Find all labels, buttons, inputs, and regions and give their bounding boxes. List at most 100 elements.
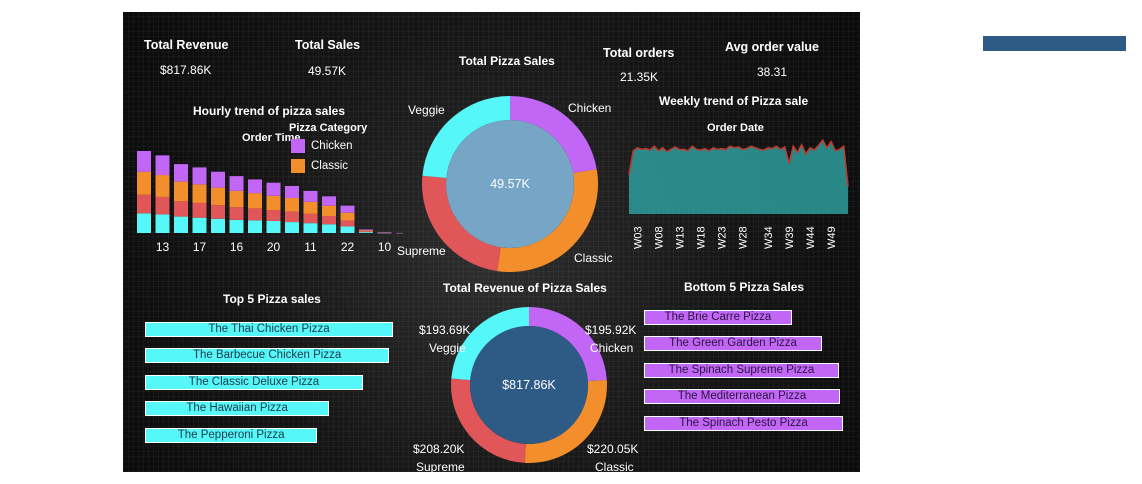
weekly-tick-label: W03 — [632, 226, 644, 249]
hourly-bar-segment[interactable] — [211, 218, 225, 233]
hourly-bar-segment[interactable] — [340, 220, 355, 227]
legend-title: Pizza Category — [289, 122, 368, 134]
hourly-bar-segment[interactable] — [192, 167, 207, 185]
hourly-bar-segment[interactable] — [248, 179, 262, 194]
hourly-bar-segment[interactable] — [303, 201, 318, 214]
hourly-bar-segment[interactable] — [322, 216, 336, 225]
hourly-bar-segment[interactable] — [211, 171, 225, 188]
hourly-bar-segment[interactable] — [266, 195, 281, 211]
kpi-total-revenue-label: Total Revenue — [144, 38, 229, 52]
hourly-bar-segment[interactable] — [155, 214, 170, 233]
weekly-trend-chart: W03 W08 W13 W18 W23 W28 W34 W39 W44 W49 — [628, 138, 849, 249]
hourly-bar-segment[interactable] — [174, 216, 188, 233]
weekly-tick-label: W28 — [738, 226, 750, 249]
weekly-tick-label: W13 — [675, 226, 687, 249]
weekly-tick-label: W18 — [696, 226, 708, 249]
weekly-area[interactable] — [629, 140, 848, 214]
revenue-donut-label-chicken: Chicken — [590, 341, 633, 355]
dashboard: Total Revenue $817.86K Total Sales 49.57… — [123, 12, 860, 472]
hourly-bar-segment[interactable] — [192, 184, 207, 203]
hourly-bar-segment[interactable] — [137, 213, 151, 233]
revenue-donut-label-classic: Classic — [595, 460, 634, 472]
rank-bar-item[interactable]: The Brie Carre Pizza — [644, 310, 792, 325]
hourly-bar-segment[interactable] — [211, 205, 225, 219]
donut-center-label: 49.57K — [490, 177, 530, 191]
rank-bar-item[interactable]: The Barbecue Chicken Pizza — [145, 348, 390, 364]
bottom5-title: Bottom 5 Pizza Sales — [684, 280, 805, 294]
hourly-tick-label: 17 — [193, 240, 207, 254]
donut-center-label: $817.86K — [502, 378, 556, 392]
rank-bar-item[interactable]: The Spinach Supreme Pizza — [644, 362, 839, 378]
hourly-bar-segment[interactable] — [359, 230, 373, 232]
hourly-bar-segment[interactable] — [359, 231, 373, 233]
hourly-bar-segment[interactable] — [137, 194, 151, 214]
revenue-donut-title: Total Revenue of Pizza Sales — [443, 281, 607, 295]
hourly-tick-label: 16 — [230, 240, 244, 254]
hourly-bar-segment[interactable] — [229, 176, 244, 191]
hourly-tick-label: 11 — [304, 240, 317, 254]
hourly-bar-segment[interactable] — [174, 164, 188, 182]
hourly-tick-label: 13 — [156, 240, 170, 254]
kpi-avg-order-value-label: Avg order value — [725, 40, 820, 54]
hourly-bar-segment[interactable] — [155, 196, 170, 215]
hourly-bar-segment[interactable] — [229, 219, 244, 233]
top5-title: Top 5 Pizza sales — [223, 292, 321, 306]
rank-bar-item[interactable]: The Mediterranean Pizza — [644, 389, 840, 405]
hourly-bar-segment[interactable] — [340, 226, 355, 233]
rank-bar-item[interactable]: The Thai Chicken Pizza — [145, 322, 393, 337]
revenue-donut-value-supreme: $208.20K — [413, 442, 464, 456]
hourly-bar-segment[interactable] — [229, 190, 244, 208]
hourly-bar-segment[interactable] — [285, 211, 299, 223]
hourly-bar-segment[interactable] — [174, 181, 188, 202]
hourly-bar-segment[interactable] — [285, 198, 299, 212]
rank-bar-item[interactable]: The Green Garden Pizza — [644, 336, 823, 352]
rank-bar-item[interactable]: The Pepperoni Pizza — [145, 427, 318, 443]
hourly-tick-label: 22 — [341, 240, 355, 254]
kpi-total-sales-value: 49.57K — [308, 64, 347, 78]
hourly-bar-segment[interactable] — [322, 224, 336, 233]
hourly-bar-segment[interactable] — [303, 190, 318, 202]
revenue-donut-label-veggie: Veggie — [429, 341, 466, 355]
kpi-total-revenue-value: $817.86K — [160, 63, 212, 77]
hourly-bar-segment[interactable] — [303, 223, 318, 233]
hourly-bar-segment[interactable] — [285, 222, 299, 233]
hourly-bar-segment[interactable] — [266, 182, 281, 196]
revenue-donut-value-veggie: $193.69K — [419, 323, 470, 337]
legend-swatch-classic — [291, 159, 305, 173]
legend-item-classic[interactable]: Classic — [291, 159, 348, 173]
sales-donut-label-chicken: Chicken — [568, 101, 611, 115]
hourly-bar-segment[interactable] — [137, 151, 151, 172]
hourly-bar-segment[interactable] — [303, 213, 318, 224]
hourly-bar-segment[interactable] — [155, 175, 170, 197]
hourly-bar-segment[interactable] — [248, 220, 262, 233]
hourly-bar-segment[interactable] — [174, 201, 188, 217]
hourly-bar-segment[interactable] — [155, 155, 170, 176]
rank-bar-item[interactable]: The Hawaiian Pizza — [145, 401, 330, 417]
sales-donut-title: Total Pizza Sales — [459, 54, 555, 68]
hourly-bar-segment[interactable] — [266, 210, 281, 221]
hourly-bar-segment[interactable] — [266, 220, 281, 233]
hourly-bar-segment[interactable] — [359, 229, 373, 231]
hourly-bar-segment[interactable] — [322, 196, 336, 206]
revenue-donut-value-chicken: $195.92K — [585, 323, 636, 337]
hourly-bar-segment[interactable] — [229, 207, 244, 220]
kpi-avg-order-value-value: 38.31 — [757, 65, 788, 79]
hourly-bar-segment[interactable] — [192, 217, 207, 233]
hourly-bar-segment[interactable] — [211, 187, 225, 206]
sales-donut-label-veggie: Veggie — [408, 103, 445, 117]
hourly-bar-segment[interactable] — [137, 171, 151, 195]
hourly-bar-segment[interactable] — [359, 232, 373, 233]
hourly-tick-label: 20 — [267, 240, 281, 254]
hourly-bar-segment[interactable] — [248, 193, 262, 209]
rank-bar-item[interactable]: The Classic Deluxe Pizza — [145, 374, 363, 390]
hourly-bar-segment[interactable] — [248, 208, 262, 221]
hourly-bar-segment[interactable] — [340, 212, 355, 221]
legend-swatch-chicken — [291, 139, 305, 153]
rank-bar-item[interactable]: The Spinach Pesto Pizza — [644, 415, 843, 431]
legend-item-chicken[interactable]: Chicken — [291, 139, 353, 153]
weekly-tick-label: W08 — [653, 226, 665, 249]
hourly-bar-segment[interactable] — [285, 185, 299, 199]
hourly-bar-segment[interactable] — [322, 205, 336, 217]
hourly-bar-segment[interactable] — [192, 202, 207, 218]
hourly-bar-segment[interactable] — [340, 205, 355, 213]
